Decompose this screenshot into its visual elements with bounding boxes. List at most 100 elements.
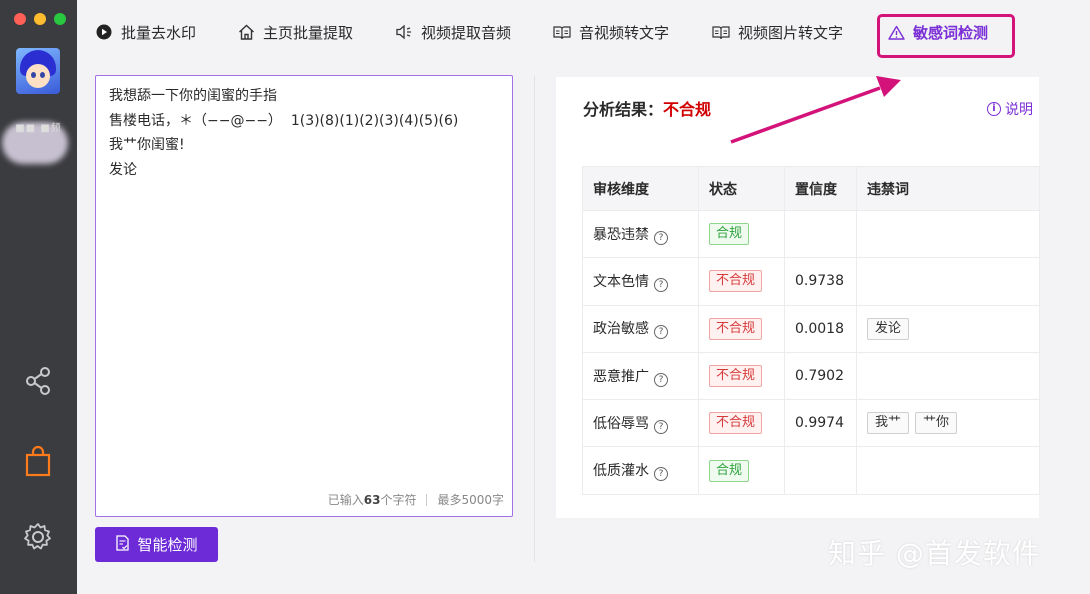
- status-cell: 合规: [698, 209, 785, 259]
- table-row: 低俗辱骂? 不合规 0.9974 我艹 艹你: [582, 399, 1040, 448]
- settings-gear-icon[interactable]: [21, 520, 55, 554]
- help-link[interactable]: i 说明: [987, 99, 1039, 119]
- counter-count: 63: [363, 492, 381, 507]
- status-badge: 不合规: [709, 412, 763, 435]
- dimension-label: 暴恐违禁: [593, 226, 649, 243]
- analysis-result-panel: 分析结果： 不合规 i 说明 审核维度 状态 置信度 违禁词 暴恐违禁? 合规 …: [556, 77, 1040, 518]
- table-row: 低质灌水? 合规: [582, 446, 1040, 495]
- forbidden-word-tag: 艹你: [915, 412, 958, 435]
- minimize-window-button[interactable]: [34, 13, 46, 25]
- dimension-cell: 恶意推广?: [582, 351, 699, 401]
- confidence-cell: [784, 209, 857, 259]
- counter-prefix: 已输入: [327, 493, 364, 507]
- status-badge: 合规: [709, 223, 750, 246]
- forbidden-words-cell: [856, 446, 1040, 495]
- tab-batch-watermark-removal[interactable]: 批量去水印: [95, 20, 196, 44]
- result-title: 分析结果： 不合规: [583, 96, 711, 120]
- confidence-cell: 0.7902: [784, 351, 857, 401]
- confidence-cell: 0.0018: [784, 304, 857, 353]
- input-text-content[interactable]: 我想舔一下你的闺蜜的手指 售楼电话，＊（−−@−−） 1(3)(8)(1)(2)…: [109, 84, 458, 182]
- counter-suffix: 个字符: [380, 493, 417, 507]
- status-badge: 不合规: [709, 365, 763, 388]
- status-cell: 不合规: [698, 257, 785, 306]
- book-icon: [712, 23, 730, 41]
- book-icon: [553, 23, 571, 41]
- question-circle-icon[interactable]: ?: [654, 372, 668, 387]
- dimension-cell: 政治敏感?: [582, 304, 699, 353]
- status-badge: 合规: [709, 459, 750, 482]
- status-cell: 不合规: [698, 351, 785, 401]
- status-cell: 不合规: [698, 304, 785, 353]
- tab-av-to-text[interactable]: 音视频转文字: [553, 20, 669, 44]
- column-header-status: 状态: [698, 166, 785, 211]
- table-row: 政治敏感? 不合规 0.0018 发论: [582, 304, 1040, 353]
- dimension-label: 政治敏感: [593, 321, 649, 338]
- question-circle-icon[interactable]: ?: [654, 325, 668, 340]
- text-input-area[interactable]: 我想舔一下你的闺蜜的手指 售楼电话，＊（−−@−−） 1(3)(8)(1)(2)…: [95, 75, 513, 517]
- question-circle-icon[interactable]: ?: [654, 467, 668, 482]
- smart-detect-button[interactable]: 智能检测: [95, 527, 218, 562]
- avatar[interactable]: [16, 48, 60, 94]
- table-row: 文本色情? 不合规 0.9738: [582, 257, 1040, 306]
- tab-homepage-batch-extract[interactable]: 主页批量提取: [237, 20, 353, 44]
- help-label: 说明: [1005, 102, 1033, 118]
- home-icon: [237, 23, 255, 41]
- share-icon[interactable]: [21, 364, 55, 398]
- forbidden-word-tag: 发论: [867, 317, 910, 340]
- tab-label: 音视频转文字: [579, 23, 670, 42]
- speaker-icon: [395, 23, 413, 41]
- result-table: 审核维度 状态 置信度 违禁词 暴恐违禁? 合规 文本色情? 不合规 0.973…: [582, 166, 1040, 495]
- forbidden-words-cell: 发论: [856, 304, 1040, 353]
- dimension-cell: 暴恐违禁?: [582, 209, 699, 259]
- dimension-label: 恶意推广: [593, 368, 649, 385]
- info-icon: i: [987, 102, 1001, 116]
- window-controls: [14, 13, 66, 25]
- play-circle-icon: [95, 23, 113, 41]
- tab-video-image-to-text[interactable]: 视频图片转文字: [712, 20, 843, 44]
- close-window-button[interactable]: [14, 13, 26, 25]
- status-cell: 不合规: [698, 399, 785, 448]
- counter-max: 最多5000字: [437, 493, 504, 507]
- status-badge: 不合规: [709, 317, 763, 340]
- column-header-dimension: 审核维度: [582, 166, 699, 211]
- confidence-cell: 0.9738: [784, 257, 857, 306]
- result-status-value: 不合规: [663, 100, 712, 119]
- forbidden-words-cell: [856, 257, 1040, 306]
- tab-label: 批量去水印: [121, 23, 197, 42]
- tab-label: 视频图片转文字: [738, 23, 844, 42]
- smart-detect-label: 智能检测: [137, 537, 198, 554]
- forbidden-words-cell: [856, 351, 1040, 401]
- dimension-label: 低俗辱骂: [593, 415, 649, 432]
- zoom-window-button[interactable]: [54, 13, 66, 25]
- table-row: 恶意推广? 不合规 0.7902: [582, 351, 1040, 401]
- annotation-highlight-box: [877, 14, 1015, 58]
- dimension-label: 文本色情: [593, 273, 649, 290]
- column-header-confidence: 置信度: [784, 166, 857, 211]
- column-header-forbidden-words: 违禁词: [856, 166, 1040, 211]
- dimension-label: 低质灌水: [593, 463, 649, 480]
- question-circle-icon[interactable]: ?: [654, 277, 668, 292]
- dimension-cell: 低俗辱骂?: [582, 399, 699, 448]
- sidebar: ■■ ■频: [0, 0, 77, 594]
- dimension-cell: 文本色情?: [582, 257, 699, 306]
- user-name: ■■ ■频: [15, 123, 62, 134]
- dimension-cell: 低质灌水?: [582, 446, 699, 495]
- table-row: 暴恐违禁? 合规: [582, 209, 1040, 259]
- table-header-row: 审核维度 状态 置信度 违禁词: [582, 166, 1040, 211]
- status-cell: 合规: [698, 446, 785, 495]
- forbidden-words-cell: 我艹 艹你: [856, 399, 1040, 448]
- tab-video-extract-audio[interactable]: 视频提取音频: [395, 20, 511, 44]
- confidence-cell: [784, 446, 857, 495]
- confidence-cell: 0.9974: [784, 399, 857, 448]
- question-circle-icon[interactable]: ?: [654, 419, 668, 434]
- tab-label: 主页批量提取: [263, 23, 354, 42]
- forbidden-word-tag: 我艹: [867, 412, 910, 435]
- tab-label: 视频提取音频: [421, 23, 512, 42]
- status-badge: 不合规: [709, 270, 763, 293]
- watermark: 知乎 @首发软件: [828, 537, 1041, 570]
- result-title-label: 分析结果：: [583, 100, 664, 119]
- shopping-bag-icon[interactable]: [21, 444, 55, 478]
- panel-divider: [534, 76, 535, 562]
- character-counter: 已输入 63 个字符 最多5000字: [328, 491, 504, 508]
- question-circle-icon[interactable]: ?: [654, 230, 668, 245]
